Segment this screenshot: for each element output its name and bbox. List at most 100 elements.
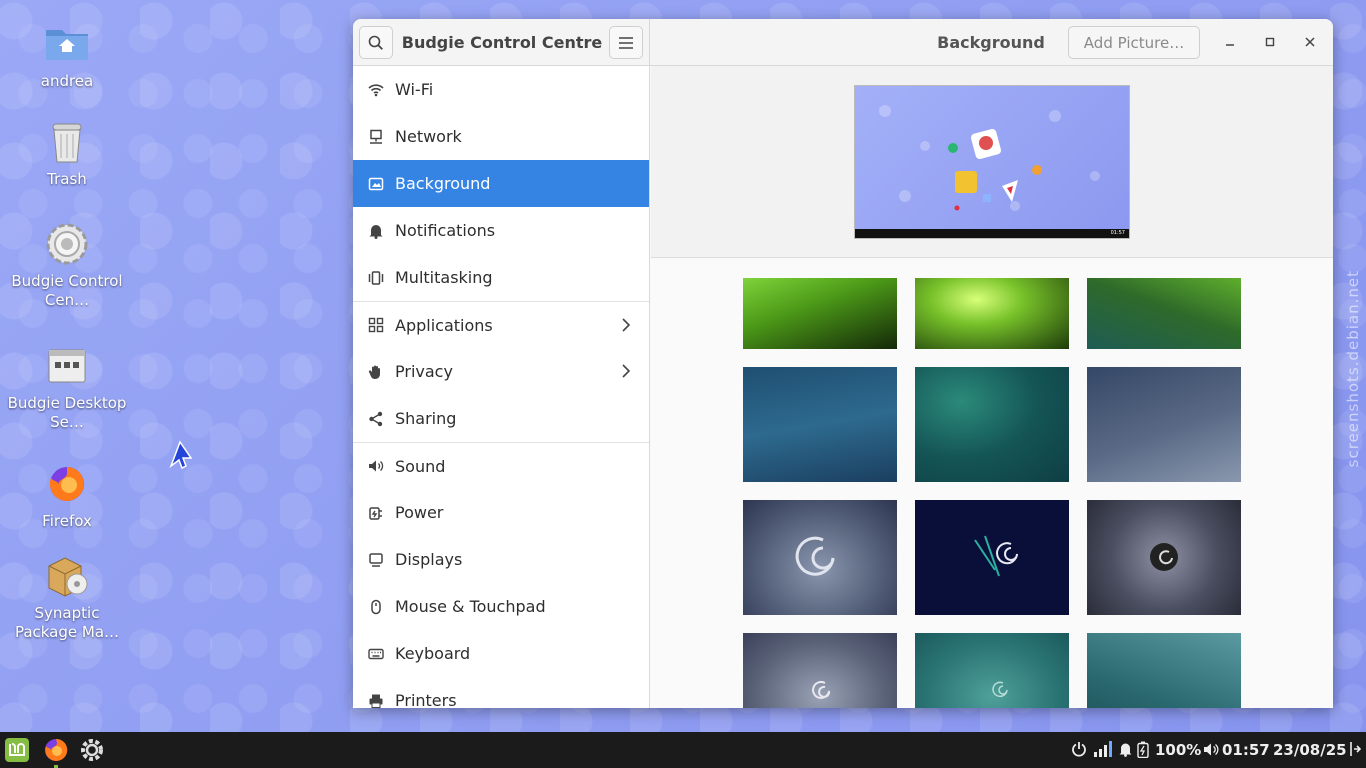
show-desktop-button[interactable] [1349, 741, 1362, 761]
signal-bars-icon [1094, 741, 1112, 757]
notifications-indicator[interactable] [1119, 742, 1132, 761]
speaker-icon [367, 457, 385, 475]
power-icon [1072, 742, 1086, 757]
sidebar-item-label: Displays [395, 550, 463, 569]
sidebar-item-notifications[interactable]: Notifications [353, 207, 649, 254]
package-icon [43, 552, 91, 600]
logout-icon [1350, 742, 1362, 756]
wallpaper-thumbnail[interactable] [1087, 500, 1241, 615]
search-icon [368, 35, 383, 50]
clock-date[interactable]: 23/08/25 [1273, 741, 1347, 759]
sidebar-item-sound[interactable]: Sound [353, 442, 649, 489]
sidebar-item-label: Mouse & Touchpad [395, 597, 546, 616]
wallpaper-thumbnail[interactable] [743, 500, 897, 615]
wifi-icon [367, 81, 385, 99]
mouse-icon [367, 598, 385, 616]
volume-indicator[interactable] [1203, 742, 1220, 761]
wallpaper-thumbnail[interactable] [915, 278, 1069, 349]
apps-grid-icon [367, 316, 385, 334]
desktop-icon-label: Firefox [42, 512, 92, 530]
minimize-icon [1226, 44, 1234, 46]
sidebar: Wi-Fi Network Background Notifications M… [353, 66, 650, 708]
hand-icon [367, 363, 385, 381]
network-icon [367, 128, 385, 146]
share-icon [367, 410, 385, 428]
settings-app-icon [43, 342, 91, 390]
add-picture-button[interactable]: Add Picture… [1068, 26, 1200, 59]
printer-icon [367, 692, 385, 709]
debian-swirl-icon [1150, 543, 1178, 571]
wallpaper-thumbnail[interactable] [915, 633, 1069, 708]
sidebar-item-label: Applications [395, 315, 493, 335]
sidebar-item-label: Sharing [395, 409, 457, 428]
desktop-icon-label: andrea [40, 72, 94, 90]
desktop-icon-label: Budgie Desktop Se… [7, 394, 127, 431]
close-button[interactable] [1300, 32, 1320, 52]
chevron-right-icon [622, 318, 631, 332]
multitasking-icon [367, 269, 385, 287]
wallpaper-thumbnail[interactable] [743, 633, 897, 708]
power-indicator[interactable] [1071, 741, 1087, 761]
desktop-icon-home[interactable]: andrea [6, 20, 128, 91]
wallpaper-thumbnail[interactable] [1087, 367, 1241, 482]
desktop-icon-synaptic[interactable]: Synaptic Package Ma… [6, 552, 128, 642]
desktop-icon-label: Trash [47, 170, 87, 188]
sidebar-item-label: Notifications [395, 221, 496, 240]
desktop-icon-desktop-settings[interactable]: Budgie Desktop Se… [6, 342, 128, 432]
display-icon [367, 551, 385, 569]
current-background-preview: 01:57 [854, 85, 1130, 239]
keyboard-icon [367, 645, 385, 663]
desktop-icon-label: Budgie Control Cen… [11, 272, 123, 309]
sidebar-item-keyboard[interactable]: Keyboard [353, 630, 649, 677]
maximize-button[interactable] [1260, 32, 1280, 52]
minimize-button[interactable] [1220, 32, 1240, 52]
sidebar-item-power[interactable]: Power [353, 489, 649, 536]
sidebar-item-mouse[interactable]: Mouse & Touchpad [353, 583, 649, 630]
preview-area: 01:57 [651, 66, 1333, 258]
menu-button[interactable] [4, 737, 30, 763]
sidebar-item-displays[interactable]: Displays [353, 536, 649, 583]
debian-swirl-icon [974, 535, 1018, 577]
taskbar-firefox[interactable] [43, 737, 69, 768]
clock-time[interactable]: 01:57 [1222, 741, 1270, 759]
main-menu-button[interactable] [609, 26, 643, 59]
sidebar-item-label: Sound [395, 456, 446, 476]
search-button[interactable] [359, 26, 393, 59]
panel-title: Background [937, 33, 1045, 52]
taskbar-settings[interactable] [79, 737, 105, 763]
sidebar-item-privacy[interactable]: Privacy [353, 348, 649, 395]
background-panel: 01:57 [651, 66, 1333, 708]
network-indicator[interactable] [1093, 740, 1115, 762]
wallpaper-thumbnail[interactable] [743, 278, 897, 349]
sidebar-item-background[interactable]: Background [353, 160, 649, 207]
app-title: Budgie Control Centre [401, 33, 603, 52]
sidebar-item-printers[interactable]: Printers [353, 677, 649, 708]
wallpaper-preview-image [879, 105, 1100, 211]
wallpaper-thumbnail[interactable] [915, 500, 1069, 615]
debian-swirl-icon [795, 536, 835, 576]
close-icon [1305, 37, 1315, 47]
sidebar-item-sharing[interactable]: Sharing [353, 395, 649, 442]
sidebar-item-network[interactable]: Network [353, 113, 649, 160]
desktop-icon-trash[interactable]: Trash [6, 118, 128, 189]
debian-swirl-icon [992, 681, 1008, 698]
debian-swirl-icon [1087, 633, 1241, 708]
sidebar-item-applications[interactable]: Applications [353, 301, 649, 348]
sidebar-item-wifi[interactable]: Wi-Fi [353, 66, 649, 113]
wallpaper-thumbnail[interactable] [743, 367, 897, 482]
battery-indicator[interactable] [1137, 741, 1149, 762]
sidebar-item-multitasking[interactable]: Multitasking [353, 254, 649, 301]
wallpaper-thumbnail[interactable] [1087, 278, 1241, 349]
sidebar-item-label: Printers [395, 691, 457, 708]
wallpaper-thumbnail[interactable] [915, 367, 1069, 482]
bell-icon [1119, 743, 1132, 757]
wallpaper-thumbnail[interactable] [1087, 633, 1241, 708]
mouse-cursor-icon [169, 440, 192, 470]
desktop-icon-firefox[interactable]: Firefox [6, 460, 128, 531]
desktop-icon-label: Synaptic Package Ma… [14, 604, 120, 641]
header-bar: Budgie Control Centre Background Add Pic… [353, 19, 1333, 66]
home-folder-icon [43, 20, 91, 68]
desktop-icon-control-centre[interactable]: Budgie Control Cen… [6, 220, 128, 310]
firefox-icon [45, 738, 68, 761]
gear-icon [81, 739, 103, 761]
